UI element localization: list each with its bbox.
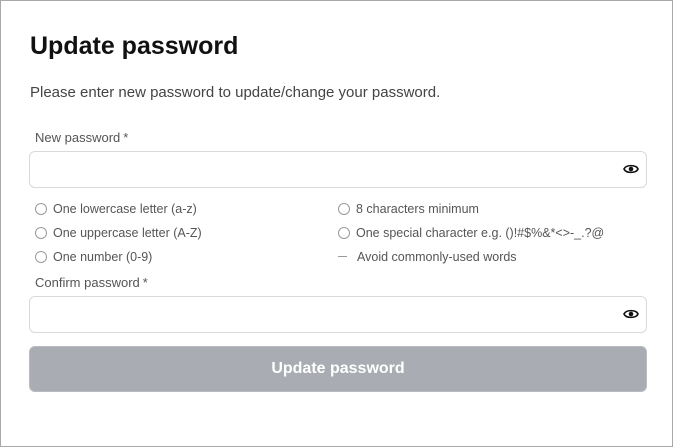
rule-label: 8 characters minimum <box>356 202 479 216</box>
required-mark: * <box>123 130 129 145</box>
rule-special-char: One special character e.g. ()!#$%&*<>-_.… <box>338 225 604 241</box>
confirm-password-input[interactable] <box>30 297 624 332</box>
required-mark: * <box>142 275 148 290</box>
confirm-password-label-text: Confirm password <box>35 275 140 290</box>
update-password-card: Update password Please enter new passwor… <box>0 0 673 447</box>
rule-lowercase: One lowercase letter (a-z) <box>35 201 197 217</box>
rule-status-icon <box>35 203 47 215</box>
confirm-password-field <box>29 296 647 333</box>
eye-icon[interactable] <box>623 162 639 176</box>
rule-status-icon <box>338 203 350 215</box>
rule-label: One number (0-9) <box>53 250 153 264</box>
new-password-input[interactable] <box>30 152 624 187</box>
new-password-field <box>29 151 647 188</box>
update-password-button[interactable]: Update password <box>29 346 647 392</box>
rule-status-icon <box>35 251 47 263</box>
rule-label: One lowercase letter (a-z) <box>53 202 197 216</box>
rule-status-icon <box>338 227 350 239</box>
rule-label: Avoid commonly-used words <box>357 250 517 264</box>
rule-min-length: 8 characters minimum <box>338 201 479 217</box>
page-subtitle: Please enter new password to update/chan… <box>30 84 441 101</box>
dash-icon <box>338 256 347 257</box>
rule-number: One number (0-9) <box>35 249 152 265</box>
new-password-label-text: New password <box>35 130 121 145</box>
rule-uppercase: One uppercase letter (A-Z) <box>35 225 202 241</box>
rule-common-words: Avoid commonly-used words <box>338 249 517 265</box>
rule-status-icon <box>35 227 47 239</box>
new-password-label: New password * <box>35 130 128 146</box>
page-title: Update password <box>30 32 239 60</box>
eye-icon[interactable] <box>623 307 639 321</box>
rule-label: One uppercase letter (A-Z) <box>53 226 202 240</box>
confirm-password-label: Confirm password * <box>35 275 148 291</box>
rule-label: One special character e.g. ()!#$%&*<>-_.… <box>356 226 605 240</box>
